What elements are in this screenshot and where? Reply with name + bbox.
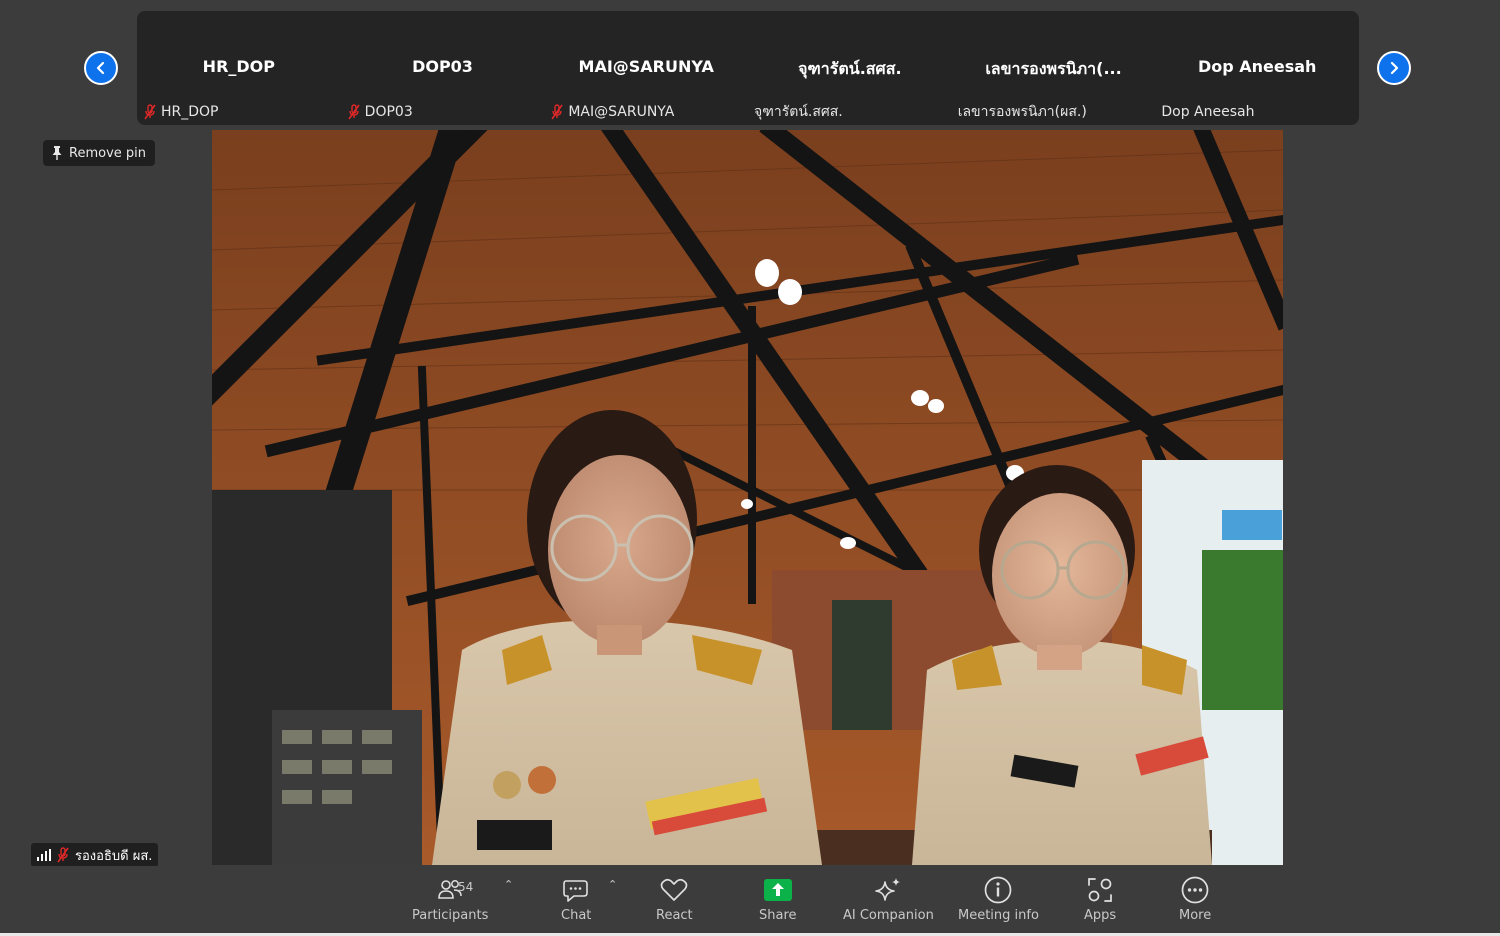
more-icon (1180, 874, 1210, 906)
participant-label-text: จุฑารัตน์.สศส. (754, 104, 843, 120)
mic-muted-icon (57, 847, 69, 863)
remove-pin-button[interactable]: Remove pin (43, 140, 155, 166)
more-button[interactable]: More (1179, 874, 1211, 923)
participant-tile[interactable]: DOP03 DOP03 (341, 11, 545, 125)
participant-name-label: จุฑารัตน์.สศส. (754, 102, 843, 122)
sparkle-icon (873, 874, 903, 906)
mic-muted-icon (551, 104, 563, 120)
participant-display-name: เลขารองพรนิภา(... (985, 59, 1122, 78)
participant-name-label: HR_DOP (143, 102, 219, 122)
participant-name-label: Dop Aneesah (1161, 102, 1254, 122)
share-label: Share (759, 908, 797, 923)
info-icon (983, 874, 1013, 906)
participant-display-name: จุฑารัตน์.สศส. (798, 59, 902, 78)
pin-icon (52, 146, 62, 160)
chevron-right-icon (1390, 61, 1399, 75)
share-button[interactable]: Share (759, 874, 797, 923)
speaker-name: รองอธิบดี ผส. (75, 848, 153, 864)
meeting-info-label: Meeting info (958, 908, 1039, 923)
participant-tile[interactable]: Dop Aneesah Dop Aneesah (1155, 11, 1359, 125)
apps-icon (1085, 874, 1115, 906)
signal-strength-icon (37, 849, 51, 861)
participant-display-name: Dop Aneesah (1197, 57, 1317, 76)
participants-label: Participants (412, 908, 489, 923)
apps-button[interactable]: Apps (1084, 874, 1116, 923)
participant-display-name: HR_DOP (202, 57, 275, 76)
chat-label: Chat (561, 908, 592, 923)
meeting-info-button[interactable]: Meeting info (958, 874, 1039, 923)
chat-icon (562, 874, 590, 906)
react-label: React (656, 908, 693, 923)
participant-display-name: DOP03 (412, 57, 473, 76)
chevron-left-icon (96, 61, 105, 75)
more-label: More (1179, 908, 1212, 923)
active-speaker-label: รองอธิบดี ผส. (31, 843, 159, 867)
participant-label-text: เลขารองพรนิภา(ผส.) (957, 104, 1087, 120)
participant-tile[interactable]: HR_DOP HR_DOP (137, 11, 341, 125)
participant-tile[interactable]: MAI@SARUNYA MAI@SARUNYA (544, 11, 748, 125)
participants-button[interactable]: Participants 54 (412, 874, 488, 923)
ai-companion-button[interactable]: AI Companion (843, 874, 934, 923)
chat-options-caret[interactable]: ⌃ (608, 878, 617, 891)
apps-label: Apps (1084, 908, 1117, 923)
ai-companion-label: AI Companion (843, 908, 934, 923)
participant-tile[interactable]: เลขารองพรนิภา(... เลขารองพรนิภา(ผส.) (952, 11, 1156, 125)
heart-icon (659, 874, 689, 906)
share-screen-icon (763, 874, 793, 906)
react-button[interactable]: React (656, 874, 693, 923)
gallery-prev-button[interactable] (84, 51, 118, 85)
participants-count: 54 (458, 880, 474, 894)
participant-name-label: DOP03 (347, 102, 413, 122)
remove-pin-label: Remove pin (69, 145, 146, 161)
participant-tile[interactable]: จุฑารัตน์.สศส. จุฑารัตน์.สศส. (748, 11, 952, 125)
mic-muted-icon (144, 104, 156, 120)
participant-label-text: DOP03 (364, 104, 413, 120)
participant-gallery-strip: HR_DOP HR_DOP DOP03 DOP03 MAI@SARUNYA MA… (137, 11, 1359, 125)
participant-label-text: Dop Aneesah (1161, 104, 1255, 120)
participant-name-label: เลขารองพรนิภา(ผส.) (958, 102, 1087, 122)
video-frame (212, 130, 1283, 865)
active-speaker-video (212, 130, 1283, 865)
gallery-next-button[interactable] (1377, 51, 1411, 85)
participant-label-text: HR_DOP (161, 104, 219, 120)
mic-muted-icon (348, 104, 360, 120)
chat-button[interactable]: Chat (561, 874, 591, 923)
participants-options-caret[interactable]: ⌃ (504, 878, 513, 891)
participant-name-label: MAI@SARUNYA (550, 102, 674, 122)
meeting-toolbar: Participants 54 ⌃ Chat ⌃ React Share AI … (0, 866, 1500, 936)
participant-display-name: MAI@SARUNYA (578, 57, 714, 76)
zoom-meeting-window: HR_DOP HR_DOP DOP03 DOP03 MAI@SARUNYA MA… (0, 0, 1500, 936)
participant-label-text: MAI@SARUNYA (568, 104, 675, 120)
